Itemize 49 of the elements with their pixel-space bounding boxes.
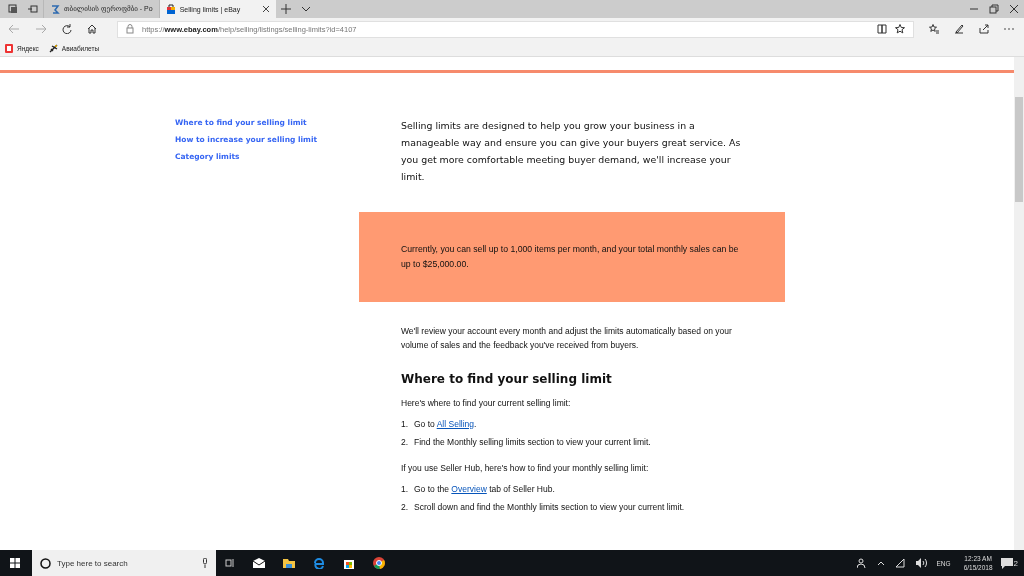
lock-icon: [126, 24, 134, 34]
list-number: 2.: [401, 436, 409, 449]
chevron-up-icon[interactable]: [876, 560, 885, 566]
body-paragraph: If you use Seller Hub, here's how to find your monthly selling limit:: [401, 462, 650, 475]
list-item-text: Find the Monthly selling limits section to view your current limit.: [414, 436, 651, 449]
windows-logo-icon[interactable]: [10, 558, 20, 568]
list-item-text: Go to All Selling.: [414, 418, 477, 431]
star-icon[interactable]: [895, 24, 905, 34]
list-number: 1.: [401, 418, 409, 431]
share-icon[interactable]: [979, 24, 989, 34]
home-icon[interactable]: [87, 24, 97, 34]
envelope-icon[interactable]: [253, 558, 265, 568]
close-icon[interactable]: [1009, 4, 1019, 14]
inline-link[interactable]: Overview: [451, 484, 487, 494]
scrollbar-thumb[interactable]: [1015, 97, 1023, 202]
search-circle-icon: [40, 557, 51, 569]
intro-paragraph: Selling limits are designed to help you grow your business in a manageable way and ensure you can give your buyers great service. As you get more comfortable meeting buyer demand, we'll increase your limit.: [401, 119, 742, 184]
scrollbar[interactable]: [1014, 57, 1024, 550]
tab-preview-icon[interactable]: [8, 4, 18, 14]
taskbar-search-field[interactable]: Type here to search: [32, 550, 216, 576]
list-item-text: Scroll down and find the Monthly limits section to view your current limit.: [414, 501, 685, 514]
pen-icon[interactable]: [954, 24, 964, 34]
restore-icon[interactable]: [989, 4, 999, 14]
chevron-down-icon[interactable]: [301, 4, 312, 14]
section-heading: Where to find your selling limit: [401, 372, 613, 386]
list-item-text: Go to the Overview tab of Seller Hub.: [414, 483, 555, 496]
list-number: 1.: [401, 483, 409, 496]
body-paragraph: Here's where to find your current selling limit:: [401, 397, 572, 410]
task-view-icon[interactable]: [225, 558, 235, 568]
book-icon[interactable]: [877, 24, 887, 34]
body-paragraph: We'll review your account every month and adjust the limits automatically based on your volume of sales and the feedback you've received from buyers.: [401, 325, 733, 352]
new-tab-icon[interactable]: [281, 4, 292, 14]
chrome-icon[interactable]: [373, 557, 385, 569]
network-icon[interactable]: [894, 558, 905, 568]
favorites-list-icon[interactable]: [929, 24, 939, 34]
tab-aside-icon[interactable]: [28, 4, 38, 14]
notification-button[interactable]: 2: [1000, 557, 1018, 569]
badge-icon: [5, 43, 13, 53]
notice-text: Currently, you can sell up to 1,000 items per month, and your total monthly sales can be up to $25,000.00.: [401, 243, 740, 271]
microphone-icon[interactable]: [202, 558, 208, 568]
refresh-icon[interactable]: [62, 24, 72, 34]
speech-bubble-icon: [1000, 557, 1013, 569]
browser-e-icon[interactable]: [313, 557, 325, 569]
speaker-icon[interactable]: [914, 558, 927, 568]
list-number: 2.: [401, 501, 409, 514]
inline-link[interactable]: All Selling: [436, 419, 474, 429]
folder-icon[interactable]: [283, 558, 295, 568]
close-icon[interactable]: [262, 5, 271, 13]
people-icon[interactable]: [856, 558, 867, 568]
